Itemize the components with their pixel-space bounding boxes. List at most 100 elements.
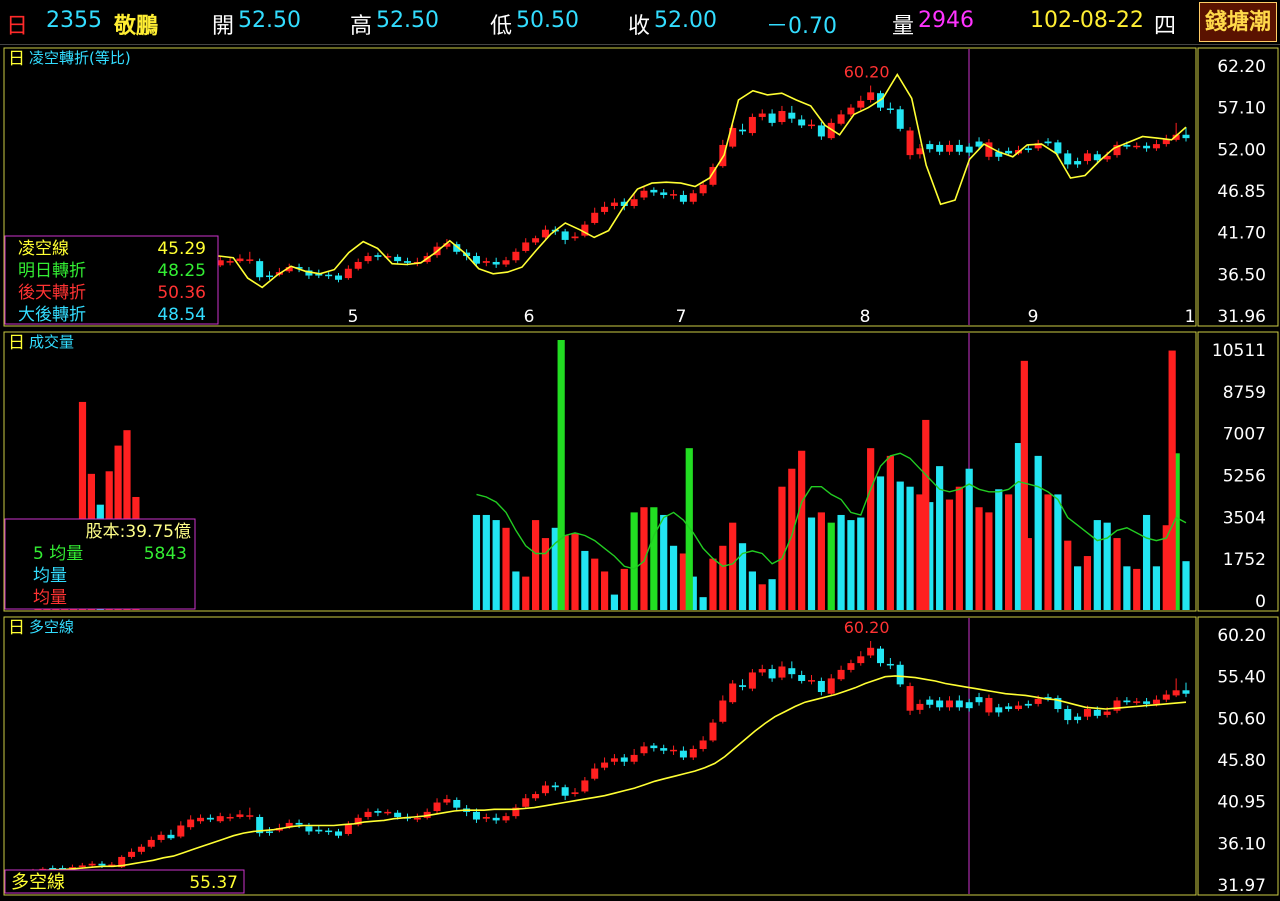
volume-bar: [685, 448, 693, 610]
bottom-axis-ytick: 45.80: [1217, 751, 1266, 771]
volume-bar: [788, 468, 796, 610]
price-candle: [246, 259, 254, 261]
bottom-candle: [906, 686, 914, 711]
volume-bar: [965, 468, 973, 610]
bottom-candle: [157, 834, 165, 840]
bottom-candle: [1182, 690, 1190, 694]
volume-bar: [748, 571, 756, 610]
bottom-candle: [689, 748, 697, 758]
open-value: 52.50: [238, 8, 301, 33]
bottom-axis-ytick: 36.10: [1217, 834, 1266, 854]
volume-bar: [1113, 538, 1121, 610]
bottom-candle: [620, 757, 628, 762]
bottom-candle: [394, 812, 402, 817]
period-label[interactable]: 日: [6, 8, 28, 40]
bottom-candle: [98, 863, 106, 866]
weekday-value: 四: [1154, 14, 1177, 39]
bottom-candle: [679, 750, 687, 758]
volume-axis-ytick: 3504: [1223, 508, 1266, 528]
bottom-candle: [699, 740, 707, 749]
stock-code[interactable]: 2355: [46, 8, 102, 33]
volume-bar: [669, 545, 678, 610]
bottom-candle: [660, 748, 668, 751]
bottom-candle: [1123, 700, 1131, 703]
bottom-candle: [266, 831, 274, 833]
volume-bar: [867, 448, 875, 610]
price-candle: [1093, 154, 1101, 161]
price-candle: [886, 108, 894, 110]
volume-bar: [778, 486, 786, 610]
high-label: 高: [350, 14, 373, 39]
price-candle: [739, 129, 747, 132]
price-candle: [502, 260, 510, 265]
price-axis-ytick: 57.10: [1217, 99, 1266, 119]
price-candle: [837, 114, 845, 124]
volume-bar: [630, 512, 638, 610]
price-candle: [1083, 153, 1091, 162]
price-candle: [226, 261, 234, 263]
volume-bar: [1044, 494, 1052, 610]
bottom-candle: [995, 707, 1003, 713]
bottom-axis-ytick: 50.60: [1217, 709, 1266, 729]
bottom-candle: [1024, 703, 1032, 706]
volume-bar: [995, 489, 1003, 610]
bottom-candle: [187, 819, 195, 828]
price-legend-label: 凌空線: [18, 239, 69, 259]
price-candle: [374, 255, 382, 257]
price-candle: [689, 193, 697, 202]
bottom-candle: [1093, 709, 1101, 716]
volume-bar: [502, 527, 510, 610]
price-legend-value: 48.25: [157, 261, 206, 281]
volume-axis-ytick: 10511: [1212, 341, 1266, 361]
volume-bar: [798, 450, 806, 610]
volume-bar: [807, 517, 816, 610]
volume-legend-label: 均量: [33, 588, 67, 608]
volume-bar: [1152, 566, 1161, 610]
volume-label: 量: [892, 14, 915, 39]
volume-bar: [1133, 568, 1141, 610]
price-axis-ytick: 36.50: [1217, 265, 1266, 285]
price-candle: [512, 251, 520, 261]
price-candle: [364, 256, 372, 262]
price-candle: [679, 194, 687, 202]
stock-name[interactable]: 敬鵬: [114, 8, 158, 40]
price-axis-ytick: 31.96: [1217, 307, 1266, 327]
bottom-candle: [206, 817, 214, 820]
bottom-legend-value: 55.37: [189, 873, 238, 893]
volume-bar: [936, 466, 944, 610]
volume-bar: [847, 520, 855, 610]
price-candle: [561, 231, 569, 240]
volume-bar: [857, 517, 865, 610]
price-candle: [926, 144, 934, 150]
stock-chart[interactable]: 62.20 57.10 52.00 46.85 41.70 36.50 31.96 10511…: [0, 44, 1280, 901]
price-candle: [660, 192, 668, 195]
bottom-candle: [739, 685, 747, 687]
price-candle: [896, 109, 904, 129]
volume-bar: [660, 514, 668, 610]
bottom-candle: [137, 846, 145, 852]
bottom-candle: [650, 745, 658, 749]
volume-bar: [591, 558, 599, 610]
bottom-candle: [1005, 706, 1013, 710]
price-candle: [1143, 145, 1151, 149]
price-panel-title: 凌空轉折(等比): [29, 49, 131, 67]
bottom-legend-label: 多空線: [11, 872, 65, 893]
volume-panel-title: 成交量: [29, 333, 74, 351]
volume-bar: [1034, 455, 1042, 610]
bottom-candle: [955, 700, 963, 708]
bottom-candle: [226, 816, 234, 819]
volume-bar: [922, 419, 930, 610]
volume-axis-ytick: 7007: [1223, 425, 1266, 445]
bottom-candle: [729, 683, 737, 703]
bottom-peak-label: 60.20: [844, 618, 890, 637]
price-candle: [394, 256, 402, 262]
price-candle: [522, 242, 530, 251]
bottom-candle: [758, 669, 766, 673]
bottom-candle: [837, 669, 845, 680]
bottom-candle: [453, 799, 461, 808]
bottom-candle: [88, 863, 96, 866]
price-legend-value: 48.54: [157, 305, 206, 325]
volume-bar: [699, 597, 707, 610]
volume-bar: [1083, 556, 1092, 610]
volume-bar: [650, 507, 658, 610]
